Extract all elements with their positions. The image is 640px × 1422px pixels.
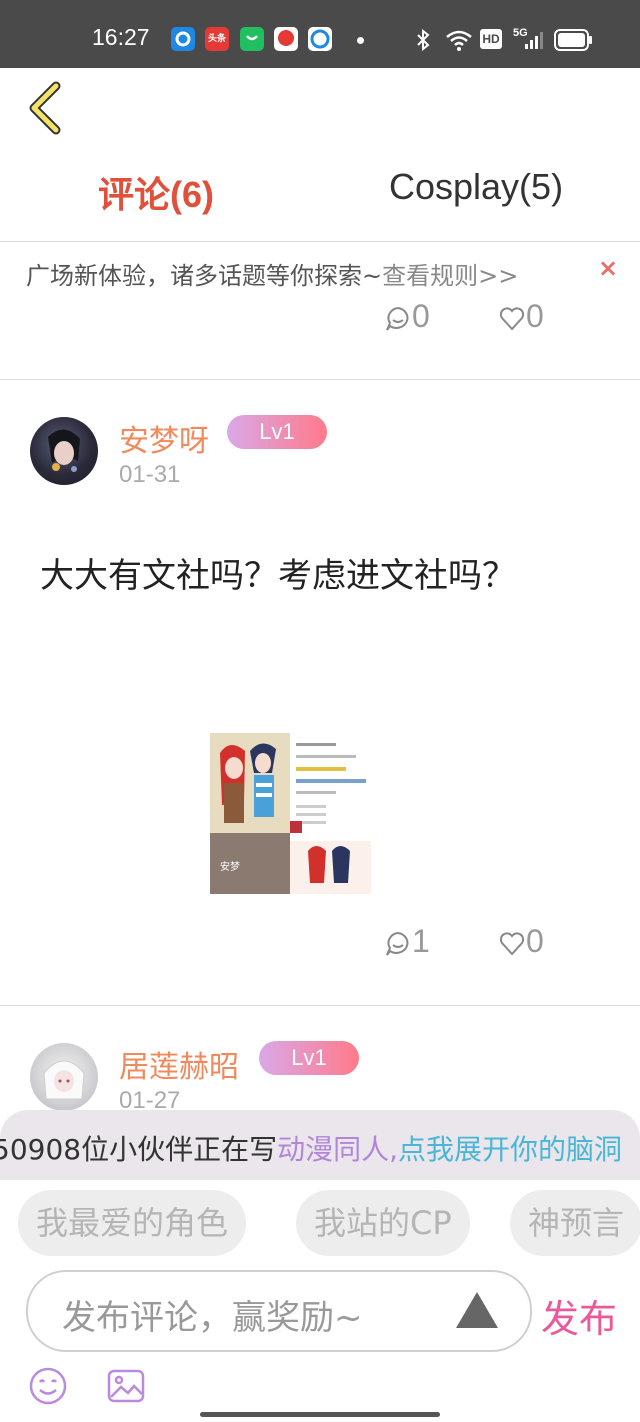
publish-button[interactable]: 发布 (541, 1288, 617, 1343)
notification-dot-icon (357, 37, 364, 44)
status-time: 16:27 (92, 24, 150, 50)
bluetooth-icon (417, 28, 430, 52)
avatar[interactable] (30, 1043, 98, 1111)
divider (0, 379, 640, 380)
topic-chip[interactable]: 神预言 (510, 1190, 640, 1256)
expand-up-icon[interactable] (456, 1292, 498, 1328)
comment-icon (386, 931, 409, 956)
heart-icon (499, 931, 525, 956)
back-button[interactable] (24, 80, 74, 136)
level-badge: Lv1 (227, 415, 327, 449)
app-circle-icon (171, 27, 195, 51)
comment-username[interactable]: 安梦呀 (119, 416, 209, 460)
tab-cosplay[interactable]: Cosplay(5) (389, 166, 563, 208)
comment-text: 大大有文社吗？考虑进文社吗？ (40, 556, 516, 596)
reply-count-value: 0 (412, 298, 430, 334)
divider (0, 241, 640, 242)
emoji-icon[interactable] (28, 1366, 68, 1406)
heart-icon (499, 306, 525, 331)
wifi-icon (446, 30, 472, 51)
like-count-value: 0 (526, 298, 544, 334)
message-icon (274, 27, 298, 51)
notice-close-button[interactable]: × (598, 254, 618, 282)
divider (0, 1005, 640, 1006)
home-indicator[interactable] (200, 1412, 440, 1417)
comment-image[interactable]: 安梦 (210, 733, 371, 894)
comment-username[interactable]: 居莲赫昭 (119, 1042, 239, 1086)
chevron-left-icon (29, 81, 61, 135)
promo-cta: 点我展开你的脑洞 (397, 1133, 622, 1166)
notice-banner[interactable]: 广场新体验，诸多话题等你探索~查看规则>> (26, 256, 518, 291)
tab-comments[interactable]: 评论(6) (98, 166, 214, 218)
comment-input[interactable]: 发布评论，赢奖励~ (26, 1270, 532, 1352)
tab-bar: 评论(6) Cosplay(5) (0, 150, 640, 240)
notice-text: 广场新体验，诸多话题等你探索~ (26, 262, 383, 290)
avatar[interactable] (30, 417, 98, 485)
signal-icon (525, 32, 543, 49)
hd-badge: HD (480, 29, 502, 49)
image-icon[interactable] (106, 1366, 146, 1406)
shopping-bag-icon (240, 27, 264, 51)
comment-input-bar: 发布评论，赢奖励~ 发布 (0, 1266, 640, 1422)
reply-count-value: 1 (412, 923, 430, 959)
promo-text: 50908位小伙伴正在写动漫同人,点我展开你的脑洞 (0, 1128, 622, 1168)
reply-count[interactable]: 1 (384, 923, 430, 960)
image-caption: 安梦 (220, 862, 240, 873)
browser-icon (308, 27, 332, 51)
comment-input-placeholder: 发布评论，赢奖励~ (62, 1298, 363, 1338)
comment-date: 01-31 (119, 461, 181, 488)
comment-icon (386, 306, 409, 331)
promo-topic: 动漫同人, (277, 1133, 398, 1166)
reply-count[interactable]: 0 (384, 298, 430, 335)
topic-chips: 我最爱的角色 我站的CP 神预言 (0, 1180, 640, 1266)
toutiao-icon: 头条 (205, 27, 229, 51)
promo-banner[interactable]: 50908位小伙伴正在写动漫同人,点我展开你的脑洞 (0, 1110, 640, 1180)
like-count[interactable]: 0 (498, 298, 544, 335)
like-count-value: 0 (526, 923, 544, 959)
like-count[interactable]: 0 (498, 923, 544, 960)
level-badge: Lv1 (259, 1041, 359, 1075)
promo-count: 50908位小伙伴正在写 (0, 1133, 278, 1166)
battery-icon (554, 29, 592, 51)
status-bar: 16:27 头条 HD 5G (0, 0, 640, 68)
topic-chip[interactable]: 我最爱的角色 (18, 1190, 247, 1256)
notice-rules-link[interactable]: 查看规则>> (382, 262, 518, 290)
topic-chip[interactable]: 我站的CP (296, 1190, 470, 1256)
